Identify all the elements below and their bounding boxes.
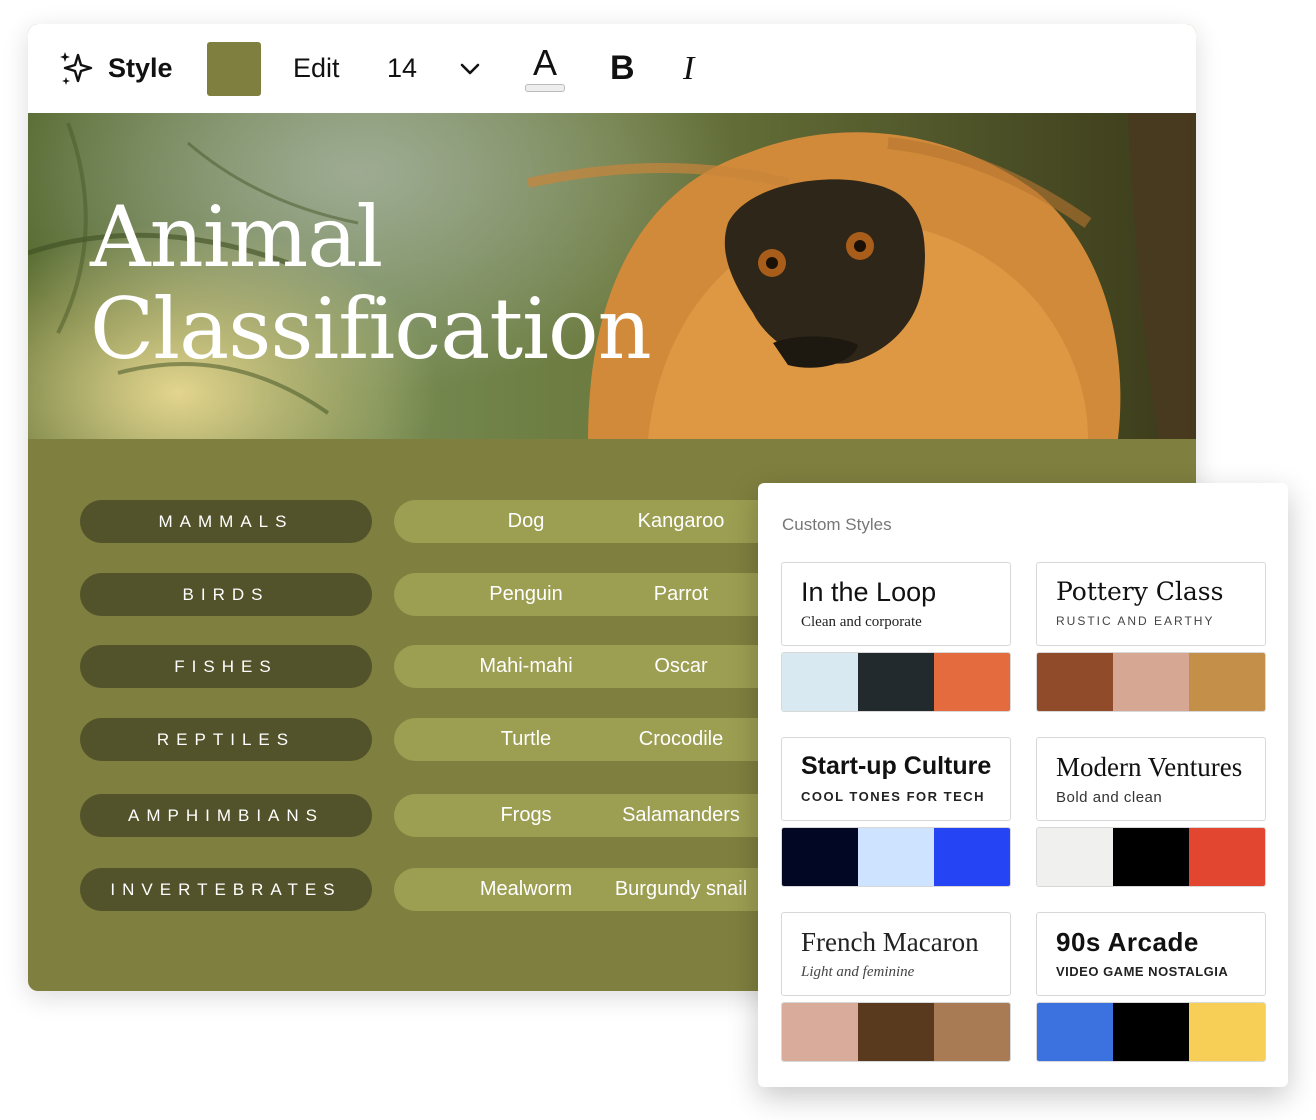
custom-styles-panel: Custom Styles In the Loop Clean and corp… <box>758 483 1288 1087</box>
palette-swatch <box>1037 653 1113 711</box>
slide-title: Animal Classification <box>90 188 652 378</box>
title-line-2: Classification <box>90 280 652 378</box>
examples-pill: Turtle Crocodile <box>394 718 814 761</box>
category-pill: MAMMALS <box>80 500 372 543</box>
category-pill: AMPHIMBIANS <box>80 794 372 837</box>
style-subtitle: Light and feminine <box>801 964 915 980</box>
palette-swatch <box>782 653 858 711</box>
style-subtitle: COOL TONES FOR TECH <box>801 789 986 804</box>
style-preview: Pottery Class RUSTIC AND EARTHY <box>1036 562 1266 646</box>
palette-swatch <box>1113 1003 1189 1061</box>
edit-button[interactable]: Edit <box>293 24 340 113</box>
color-palette <box>781 652 1011 712</box>
category-pill: FISHES <box>80 645 372 688</box>
color-palette <box>1036 652 1266 712</box>
palette-swatch <box>934 1003 1010 1061</box>
color-swatch-button[interactable] <box>207 42 261 96</box>
examples-pill: Penguin Parrot <box>394 573 814 616</box>
style-subtitle: Clean and corporate <box>801 614 922 630</box>
palette-swatch <box>1113 828 1189 886</box>
example-item: Dog <box>507 510 545 532</box>
style-option-pottery-class[interactable]: Pottery Class RUSTIC AND EARTHY <box>1036 562 1266 712</box>
font-size-dropdown[interactable] <box>458 24 482 113</box>
style-name: 90s Arcade <box>1056 927 1199 957</box>
category-pill: BIRDS <box>80 573 372 616</box>
title-line-1: Animal <box>90 188 383 286</box>
style-subtitle: RUSTIC AND EARTHY <box>1056 614 1215 628</box>
style-name: French Macaron <box>801 927 979 957</box>
example-item: Parrot <box>653 583 709 605</box>
hero-image: Animal Classification <box>28 113 1196 439</box>
style-name: In the Loop <box>801 577 937 607</box>
text-color-indicator <box>525 83 565 92</box>
bold-button[interactable]: B <box>610 24 635 113</box>
palette-swatch <box>858 653 934 711</box>
color-palette <box>781 827 1011 887</box>
style-option-90s-arcade[interactable]: 90s Arcade VIDEO GAME NOSTALGIA <box>1036 912 1266 1062</box>
style-subtitle: Bold and clean <box>1056 789 1163 806</box>
style-option-modern-ventures[interactable]: Modern Ventures Bold and clean <box>1036 737 1266 887</box>
palette-swatch <box>782 1003 858 1061</box>
examples-pill: Dog Kangaroo <box>394 500 814 543</box>
palette-swatch <box>858 828 934 886</box>
style-name: Pottery Class <box>1056 577 1224 606</box>
style-option-start-up-culture[interactable]: Start-up Culture COOL TONES FOR TECH <box>781 737 1011 887</box>
style-label: Style <box>108 53 173 83</box>
panel-title: Custom Styles <box>782 515 892 534</box>
example-item: Crocodile <box>638 728 724 750</box>
palette-swatch <box>1189 828 1265 886</box>
examples-pill: Mealworm Burgundy snail <box>394 868 814 911</box>
palette-swatch <box>1113 653 1189 711</box>
italic-button[interactable]: I <box>683 24 694 113</box>
font-size-value[interactable]: 14 <box>387 24 417 113</box>
palette-swatch <box>934 828 1010 886</box>
example-item: Salamanders <box>622 804 740 826</box>
text-color-button[interactable]: A <box>524 24 566 113</box>
palette-swatch <box>782 828 858 886</box>
palette-swatch <box>1037 1003 1113 1061</box>
style-preview: Start-up Culture COOL TONES FOR TECH <box>781 737 1011 821</box>
palette-swatch <box>1189 1003 1265 1061</box>
palette-swatch <box>858 1003 934 1061</box>
style-subtitle: VIDEO GAME NOSTALGIA <box>1056 964 1229 979</box>
example-item: Oscar <box>654 655 708 677</box>
example-item: Frogs <box>500 804 552 826</box>
style-preview: French Macaron Light and feminine <box>781 912 1011 996</box>
style-option-french-macaron[interactable]: French Macaron Light and feminine <box>781 912 1011 1062</box>
example-item: Mealworm <box>479 878 573 900</box>
style-preview: Modern Ventures Bold and clean <box>1036 737 1266 821</box>
text-color-icon: A <box>532 41 557 83</box>
formatting-toolbar: Style Edit 14 A B I <box>28 24 1196 113</box>
chevron-down-icon <box>460 63 480 74</box>
color-palette <box>781 1002 1011 1062</box>
examples-pill: Frogs Salamanders <box>394 794 814 837</box>
style-option-in-the-loop[interactable]: In the Loop Clean and corporate <box>781 562 1011 712</box>
example-item: Burgundy snail <box>614 878 748 900</box>
style-preview: In the Loop Clean and corporate <box>781 562 1011 646</box>
example-item: Kangaroo <box>637 510 725 532</box>
style-name: Start-up Culture <box>801 752 992 780</box>
example-item: Penguin <box>489 583 563 605</box>
example-item: Turtle <box>500 728 552 750</box>
style-preview: 90s Arcade VIDEO GAME NOSTALGIA <box>1036 912 1266 996</box>
palette-swatch <box>1189 653 1265 711</box>
color-palette <box>1036 827 1266 887</box>
category-pill: REPTILES <box>80 718 372 761</box>
style-name: Modern Ventures <box>1056 752 1243 782</box>
style-button[interactable]: Style <box>58 24 173 113</box>
sparkle-icon <box>60 51 93 85</box>
example-item: Mahi-mahi <box>479 655 573 677</box>
palette-swatch <box>934 653 1010 711</box>
category-pill: INVERTEBRATES <box>80 868 372 911</box>
examples-pill: Mahi-mahi Oscar <box>394 645 814 688</box>
color-palette <box>1036 1002 1266 1062</box>
palette-swatch <box>1037 828 1113 886</box>
